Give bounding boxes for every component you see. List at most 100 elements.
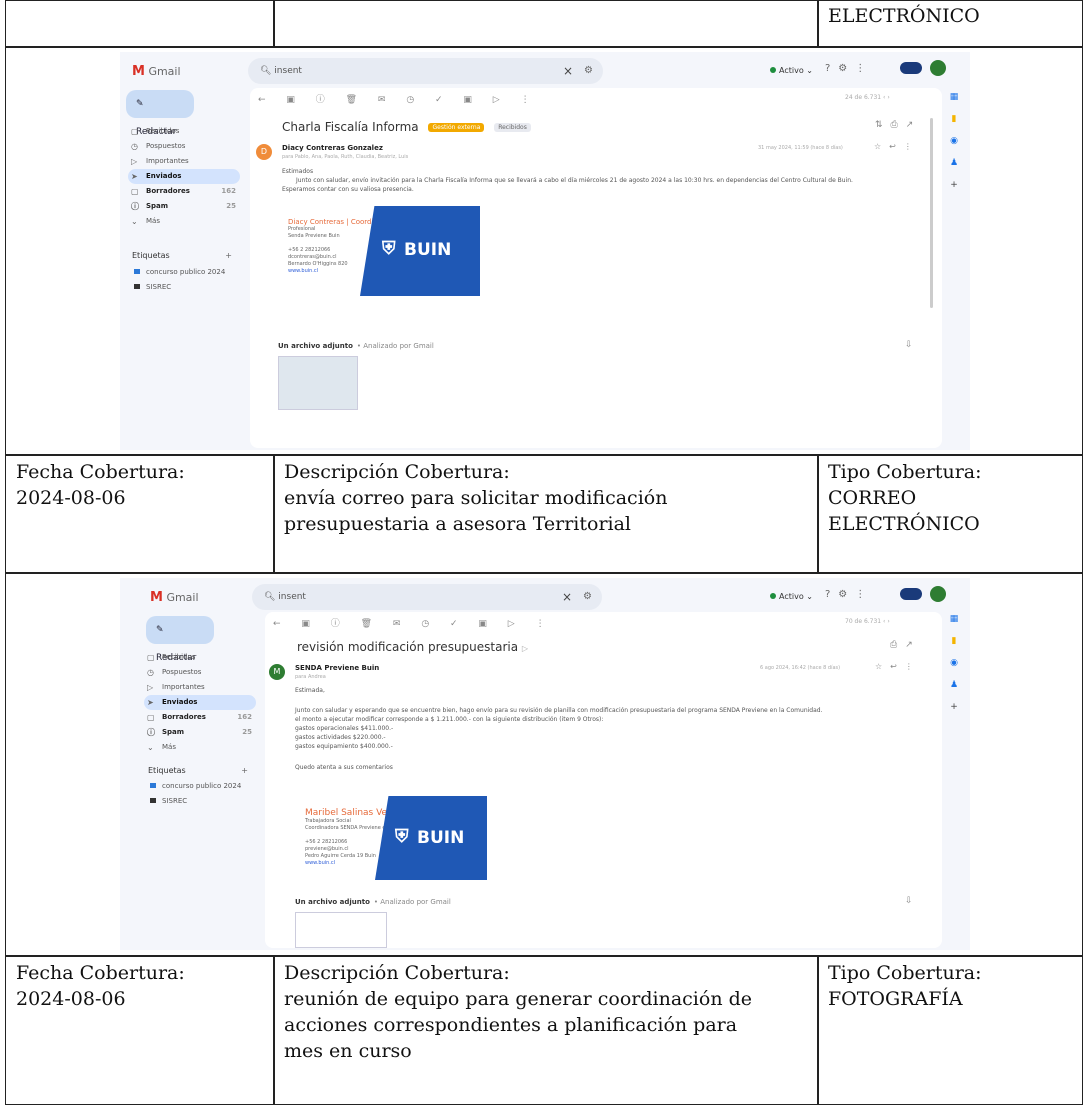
label-item-concurso[interactable]: concurso publico 2024 [150, 782, 241, 790]
attachment-thumbnail[interactable] [278, 356, 358, 410]
keep-icon[interactable]: ▮ [942, 636, 966, 658]
row1-tipo-cell: Tipo Cobertura: CORREO ELECTRÓNICO [817, 454, 1083, 574]
search-icon: 🔍︎ [264, 592, 279, 602]
desc-label: Descripción Cobertura: [284, 962, 510, 984]
desc-line: acciones correspondientes a planificació… [284, 1014, 738, 1036]
sidebar-nav: ▢ Recibidos ◷ Pospuestos ▷ Importantes ➤ Env… [144, 650, 256, 755]
add-addon-icon[interactable]: + [942, 180, 966, 202]
add-label-icon[interactable]: + [241, 766, 248, 775]
search-input[interactable]: 🔍︎ insent × ⚙ [252, 584, 602, 610]
buin-banner: ⛨ BUIN [360, 206, 480, 296]
tasks-icon[interactable]: ◉ [942, 136, 966, 158]
sidebar-item-pospuestos[interactable]: ◷ Pospuestos [128, 139, 240, 154]
attachment-header: Un archivo adjunto • Analizado por Gmail [295, 898, 451, 906]
calendar-icon[interactable]: ▦ [942, 614, 966, 636]
tasks-icon[interactable]: ◉ [942, 658, 966, 680]
message-actions[interactable]: ☆↩⋮ [875, 662, 921, 671]
pager[interactable]: 70 de 6.731 ‹ › [845, 618, 890, 625]
sender-name: Diacy Contreras Gonzalez [282, 144, 383, 152]
search-input[interactable]: 🔍︎ insent × ⚙ [248, 58, 603, 84]
add-addon-icon[interactable]: + [942, 702, 966, 724]
clear-search-icon[interactable]: × [562, 584, 572, 610]
sidebar-item-borradores[interactable]: ▢ Borradores 162 [144, 710, 256, 725]
sidebar-item-recibidos[interactable]: ▢ Recibidos [144, 650, 256, 665]
label-color-icon [134, 269, 140, 274]
contacts-icon[interactable]: ♟ [942, 158, 966, 180]
row0-tipo-cell: ELECTRÓNICO [817, 0, 1083, 48]
recipients: para Pablo, Ana, Paola, Ruth, Claudia, B… [282, 154, 409, 160]
compose-button[interactable]: ✎ Redactar [146, 616, 214, 663]
compose-button[interactable]: ✎ Redactar [126, 90, 194, 137]
side-rail: ▦ ▮ ◉ ♟ + [942, 92, 966, 202]
desc-line: mes en curso [284, 1040, 412, 1062]
body-line: Estimada, [295, 687, 325, 694]
label-item-sisrec[interactable]: SISREC [134, 283, 171, 291]
sidebar-item-recibidos[interactable]: ▢ Recibidos [128, 124, 240, 139]
attachment-download-icon[interactable]: ⇩ [905, 340, 913, 350]
scrollbar[interactable] [930, 118, 933, 308]
message-actions[interactable]: ☆↩⋮ [874, 142, 920, 151]
label-item-sisrec[interactable]: SISREC [150, 797, 187, 805]
body-line: gastos actividades $220.000.- [295, 734, 386, 741]
status-dot-icon [770, 593, 776, 599]
sidebar-item-mas[interactable]: ⌄ Más [128, 214, 240, 229]
fecha-value: 2024-08-06 [16, 988, 126, 1010]
message-pane: ← ▣ ⓘ 🗑 ✉ ◷ ✓ ▣ ▷ ⋮ 24 de 6.731 ‹ › Char… [250, 88, 942, 448]
attachment-thumbnail[interactable] [295, 912, 387, 948]
filter-icon[interactable]: ⚙ [584, 58, 593, 84]
account-avatar[interactable] [930, 60, 946, 76]
tipo-line: FOTOGRAFÍA [828, 988, 963, 1010]
gmail-logo: M Gmail [132, 64, 181, 79]
account-avatar[interactable] [930, 586, 946, 602]
sidebar-item-importantes[interactable]: ▷ Importantes [144, 680, 256, 695]
top-icons[interactable]: ?⚙⋮ [825, 63, 873, 74]
subject-actions[interactable]: ⎙↗ [890, 640, 921, 650]
message-subject: Charla Fiscalía Informa Gestión externa … [282, 120, 531, 134]
status-indicator[interactable]: Activo ⌄ [770, 592, 813, 601]
status-dot-icon [770, 67, 776, 73]
sidebar-item-spam[interactable]: ⓘ Spam 25 [128, 199, 240, 214]
tipo-label: Tipo Cobertura: [828, 461, 982, 483]
message-toolbar[interactable]: ← ▣ ⓘ 🗑 ✉ ◷ ✓ ▣ ▷ ⋮ [258, 92, 539, 105]
label-item-concurso[interactable]: concurso publico 2024 [134, 268, 225, 276]
row1-fecha-cell: Fecha Cobertura: 2024-08-06 [5, 454, 275, 574]
keep-icon[interactable]: ▮ [942, 114, 966, 136]
attachment-download-icon[interactable]: ⇩ [905, 896, 913, 906]
add-label-icon[interactable]: + [225, 251, 232, 260]
sidebar-item-borradores[interactable]: ▢ Borradores 162 [128, 184, 240, 199]
gmail-screenshot-1: M Gmail 🔍︎ insent × ⚙ Activo ⌄ ?⚙⋮ ✎ Red… [120, 52, 970, 450]
tag-recibidos[interactable]: Recibidos [494, 123, 531, 132]
message-toolbar[interactable]: ← ▣ ⓘ 🗑 ✉ ◷ ✓ ▣ ▷ ⋮ [273, 616, 554, 629]
tipo-line: ELECTRÓNICO [828, 513, 980, 535]
top-icons[interactable]: ?⚙⋮ [825, 589, 873, 600]
recipients: para Andrea [295, 674, 326, 680]
sidebar-item-mas[interactable]: ⌄ Más [144, 740, 256, 755]
contacts-icon[interactable]: ♟ [942, 680, 966, 702]
sidebar-item-enviados[interactable]: ➤ Enviados [128, 169, 240, 184]
body-line: Estimados [282, 168, 314, 175]
message-pane: ← ▣ ⓘ 🗑 ✉ ◷ ✓ ▣ ▷ ⋮ 70 de 6.731 ‹ › revi… [265, 612, 942, 948]
body-line: Esperamos contar con su valiosa presenci… [282, 186, 414, 193]
label-color-icon [150, 783, 156, 788]
status-indicator[interactable]: Activo ⌄ [770, 66, 813, 75]
row0-fecha-cell [5, 0, 275, 48]
row2-desc-cell: Descripción Cobertura: reunión de equipo… [273, 955, 819, 1105]
message-time: 6 ago 2024, 16:42 (hace 8 días) [760, 665, 841, 671]
sidebar-item-enviados[interactable]: ➤ Enviados [144, 695, 256, 710]
label-color-icon [134, 284, 140, 289]
tag-gestion[interactable]: Gestión externa [428, 123, 485, 132]
pager[interactable]: 24 de 6.731 ‹ › [845, 94, 890, 101]
fecha-label: Fecha Cobertura: [16, 461, 185, 483]
sidebar-item-importantes[interactable]: ▷ Importantes [128, 154, 240, 169]
tipo-line: CORREO [828, 487, 917, 509]
sidebar-item-spam[interactable]: ⓘ Spam 25 [144, 725, 256, 740]
sender-avatar: M [269, 664, 285, 680]
sidebar-item-pospuestos[interactable]: ◷ Pospuestos [144, 665, 256, 680]
row1-desc-cell: Descripción Cobertura: envía correo para… [273, 454, 819, 574]
filter-icon[interactable]: ⚙ [583, 584, 592, 610]
clear-search-icon[interactable]: × [563, 58, 573, 84]
labels-header: Etiquetas + [148, 766, 248, 775]
calendar-icon[interactable]: ▦ [942, 92, 966, 114]
tipo-label: Tipo Cobertura: [828, 962, 982, 984]
subject-actions[interactable]: ⇅⎙↗ [875, 120, 921, 130]
